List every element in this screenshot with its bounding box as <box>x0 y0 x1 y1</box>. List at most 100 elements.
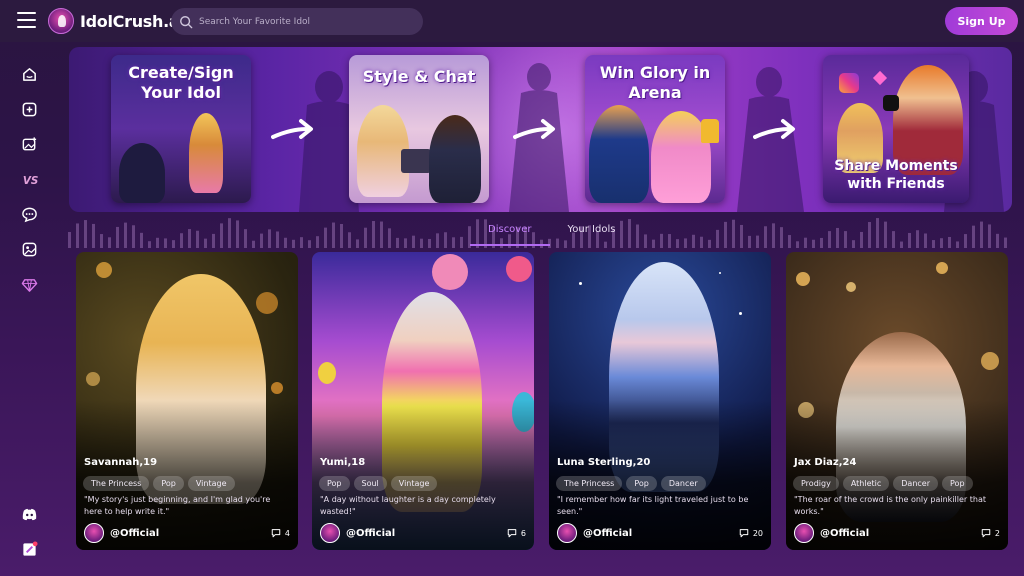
idol-card[interactable]: Luna Sterling,20 The Princess Pop Dancer… <box>549 252 771 550</box>
search-input[interactable] <box>199 16 399 27</box>
equalizer-bar <box>900 241 903 248</box>
add-icon[interactable] <box>19 99 39 119</box>
bokeh-light <box>981 352 999 370</box>
equalizer-bar <box>420 238 423 248</box>
comment-count-value: 20 <box>752 528 763 538</box>
card-footer: @Official 20 <box>557 522 763 544</box>
equalizer-bar <box>812 239 815 248</box>
logo[interactable]: IdolCrush.ai <box>48 8 185 34</box>
equalizer-bar <box>100 234 103 248</box>
card-footer: @Official 4 <box>84 522 290 544</box>
chat-icon[interactable] <box>19 204 39 224</box>
equalizer-bar <box>764 226 767 248</box>
equalizer-bar <box>212 233 215 248</box>
equalizer-bar <box>300 237 303 248</box>
equalizer-bar <box>332 222 335 248</box>
equalizer-bar <box>860 231 863 248</box>
step-panel-create[interactable]: Create/Sign Your Idol <box>111 55 251 203</box>
gallery-icon[interactable] <box>19 239 39 259</box>
equalizer-bar <box>380 221 383 248</box>
equalizer-bar <box>836 227 839 248</box>
equalizer-bar <box>740 224 743 248</box>
equalizer-bar <box>436 233 439 248</box>
idol-card[interactable]: Savannah,19 The Princess Pop Vintage "My… <box>76 252 298 550</box>
equalizer-bar <box>124 222 127 248</box>
idol-card[interactable]: Jax Diaz,24 Prodigy Athletic Dancer Pop … <box>786 252 1008 550</box>
tag: Prodigy <box>793 476 839 491</box>
equalizer-bar <box>452 237 455 248</box>
bokeh-light <box>86 372 100 386</box>
tab-discover[interactable]: Discover <box>470 220 550 246</box>
comment-count-value: 2 <box>994 528 1000 538</box>
note-icon[interactable] <box>19 539 39 559</box>
step-panel-share[interactable]: Share Moments with Friends <box>823 55 969 203</box>
trophy-icon <box>701 119 719 143</box>
tag: Pop <box>942 476 973 491</box>
discord-icon[interactable] <box>19 504 39 524</box>
comment-count: 20 <box>739 528 763 538</box>
sign-up-button[interactable]: Sign Up <box>945 7 1018 35</box>
comment-icon <box>739 529 749 538</box>
equalizer-bar <box>892 231 895 248</box>
equalizer-bar <box>396 237 399 248</box>
menu-button[interactable] <box>17 12 36 29</box>
menu-bar <box>17 26 36 28</box>
equalizer-bar <box>148 241 151 248</box>
equalizer-bar <box>708 239 711 248</box>
equalizer-bar <box>372 221 375 248</box>
equalizer-bar <box>852 240 855 248</box>
image-add-icon[interactable] <box>19 134 39 154</box>
idol-card[interactable]: Yumi,18 Pop Soul Vintage "A day without … <box>312 252 534 550</box>
step-panel-arena[interactable]: Win Glory in Arena <box>585 55 725 203</box>
idol-quote: "A day without laughter is a day complet… <box>320 495 496 516</box>
creator-handle: @Official <box>583 527 633 539</box>
vs-icon[interactable]: VS <box>19 169 39 189</box>
avatar <box>557 523 577 543</box>
tag-list: The Princess Pop Dancer <box>556 476 710 491</box>
equalizer-bar <box>132 225 135 248</box>
star <box>579 282 582 285</box>
equalizer-bar <box>972 225 975 248</box>
equalizer-bar <box>716 229 719 248</box>
equalizer-bar <box>940 238 943 248</box>
search-icon <box>180 15 193 28</box>
tab-your-idols[interactable]: Your Idols <box>550 220 634 246</box>
bokeh-light <box>271 382 283 394</box>
avatar <box>84 523 104 543</box>
equalizer-bar <box>172 240 175 248</box>
comment-count: 4 <box>271 528 290 538</box>
step-panel-style-chat[interactable]: Style & Chat <box>349 55 489 203</box>
equalizer-bar <box>188 229 191 248</box>
equalizer-bar <box>884 221 887 248</box>
equalizer-bar <box>340 223 343 248</box>
equalizer-bar <box>644 234 647 248</box>
equalizer-bar <box>356 239 359 248</box>
menu-bar <box>17 12 36 14</box>
tag-list: The Princess Pop Vintage <box>83 476 239 491</box>
tag: Vintage <box>390 476 438 491</box>
equalizer-bar <box>780 227 783 248</box>
comment-icon <box>507 529 517 538</box>
equalizer-bar <box>980 221 983 248</box>
creator-handle: @Official <box>820 527 870 539</box>
svg-text:VS: VS <box>22 175 37 187</box>
arrow-right-icon <box>753 119 795 139</box>
search-bar[interactable] <box>171 8 423 35</box>
equalizer-bar <box>916 230 919 248</box>
heart-icon <box>872 70 888 86</box>
gem-icon[interactable] <box>19 274 39 294</box>
home-icon[interactable] <box>19 64 39 84</box>
tag-list: Pop Soul Vintage <box>319 476 441 491</box>
comment-icon <box>271 529 281 538</box>
comment-count: 2 <box>981 528 1000 538</box>
idol-quote: "I remember how far its light traveled j… <box>557 495 749 516</box>
tag: Athletic <box>842 476 890 491</box>
equalizer-bar <box>76 223 79 248</box>
equalizer-bar <box>684 238 687 248</box>
equalizer-bar <box>92 223 95 248</box>
equalizer-bar <box>412 235 415 248</box>
equalizer-bar <box>756 235 759 248</box>
equalizer-bar <box>1004 237 1007 248</box>
creator-figure <box>119 143 165 203</box>
equalizer-bar <box>636 224 639 248</box>
